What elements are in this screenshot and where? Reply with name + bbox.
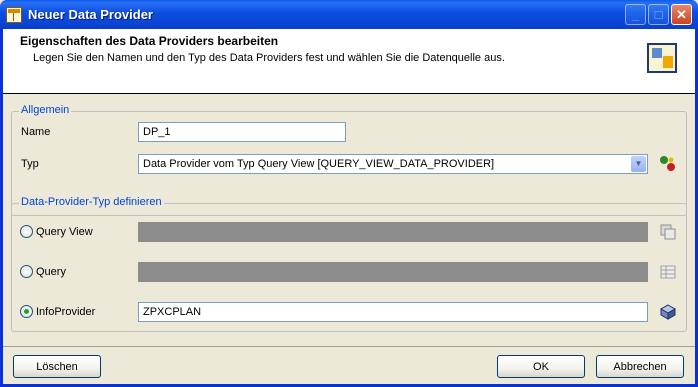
table-icon: [660, 265, 676, 279]
radio-query-view[interactable]: [20, 225, 33, 238]
definition-group: Data-Provider-Typ definieren Query View …: [11, 196, 687, 332]
name-label: Name: [21, 126, 51, 138]
query-view-browse-button[interactable]: [657, 221, 679, 243]
title-bar[interactable]: Neuer Data Provider _ □ ✕: [0, 0, 698, 29]
chevron-down-icon[interactable]: ▼: [631, 156, 646, 172]
general-group-legend: Allgemein: [19, 104, 72, 116]
infoprovider-browse-button[interactable]: [657, 301, 679, 323]
header-subtitle: Legen Sie den Namen und den Typ des Data…: [33, 52, 505, 64]
cancel-button[interactable]: Abbrechen: [596, 355, 684, 378]
data-provider-icon: [647, 43, 677, 73]
dialog-header: Eigenschaften des Data Providers bearbei…: [3, 29, 695, 94]
type-label: Typ: [21, 158, 39, 170]
app-icon: [6, 6, 22, 23]
query-field: [138, 262, 648, 282]
minimize-button[interactable]: _: [625, 4, 646, 25]
dialog-window: Neuer Data Provider _ □ ✕ Eigenschaften …: [0, 0, 698, 387]
type-select-value: Data Provider vom Typ Query View [QUERY_…: [143, 158, 495, 170]
radio-infoprovider[interactable]: [20, 305, 33, 318]
header-title: Eigenschaften des Data Providers bearbei…: [20, 34, 279, 48]
delete-button[interactable]: Löschen: [13, 355, 101, 378]
window-title: Neuer Data Provider: [28, 7, 153, 22]
infoprovider-label[interactable]: InfoProvider: [36, 306, 95, 318]
footer-separator: [3, 346, 695, 347]
type-details-button[interactable]: [657, 153, 679, 175]
name-input[interactable]: DP_1: [138, 122, 346, 142]
type-select[interactable]: Data Provider vom Typ Query View [QUERY_…: [138, 154, 648, 174]
query-browse-button[interactable]: [657, 261, 679, 283]
cube-icon: [659, 304, 677, 320]
query-view-label[interactable]: Query View: [36, 226, 93, 238]
copy-icon: [660, 224, 676, 240]
dialog-client: Eigenschaften des Data Providers bearbei…: [3, 29, 695, 384]
radio-query[interactable]: [20, 265, 33, 278]
query-view-field: [138, 222, 648, 242]
infoprovider-input[interactable]: ZPXCPLAN: [138, 302, 648, 322]
maximize-button[interactable]: □: [648, 4, 669, 25]
definition-group-legend: Data-Provider-Typ definieren: [19, 196, 164, 208]
query-label[interactable]: Query: [36, 266, 66, 278]
connection-icon: [660, 156, 675, 171]
ok-button[interactable]: OK: [497, 355, 585, 378]
close-button[interactable]: ✕: [671, 4, 692, 25]
